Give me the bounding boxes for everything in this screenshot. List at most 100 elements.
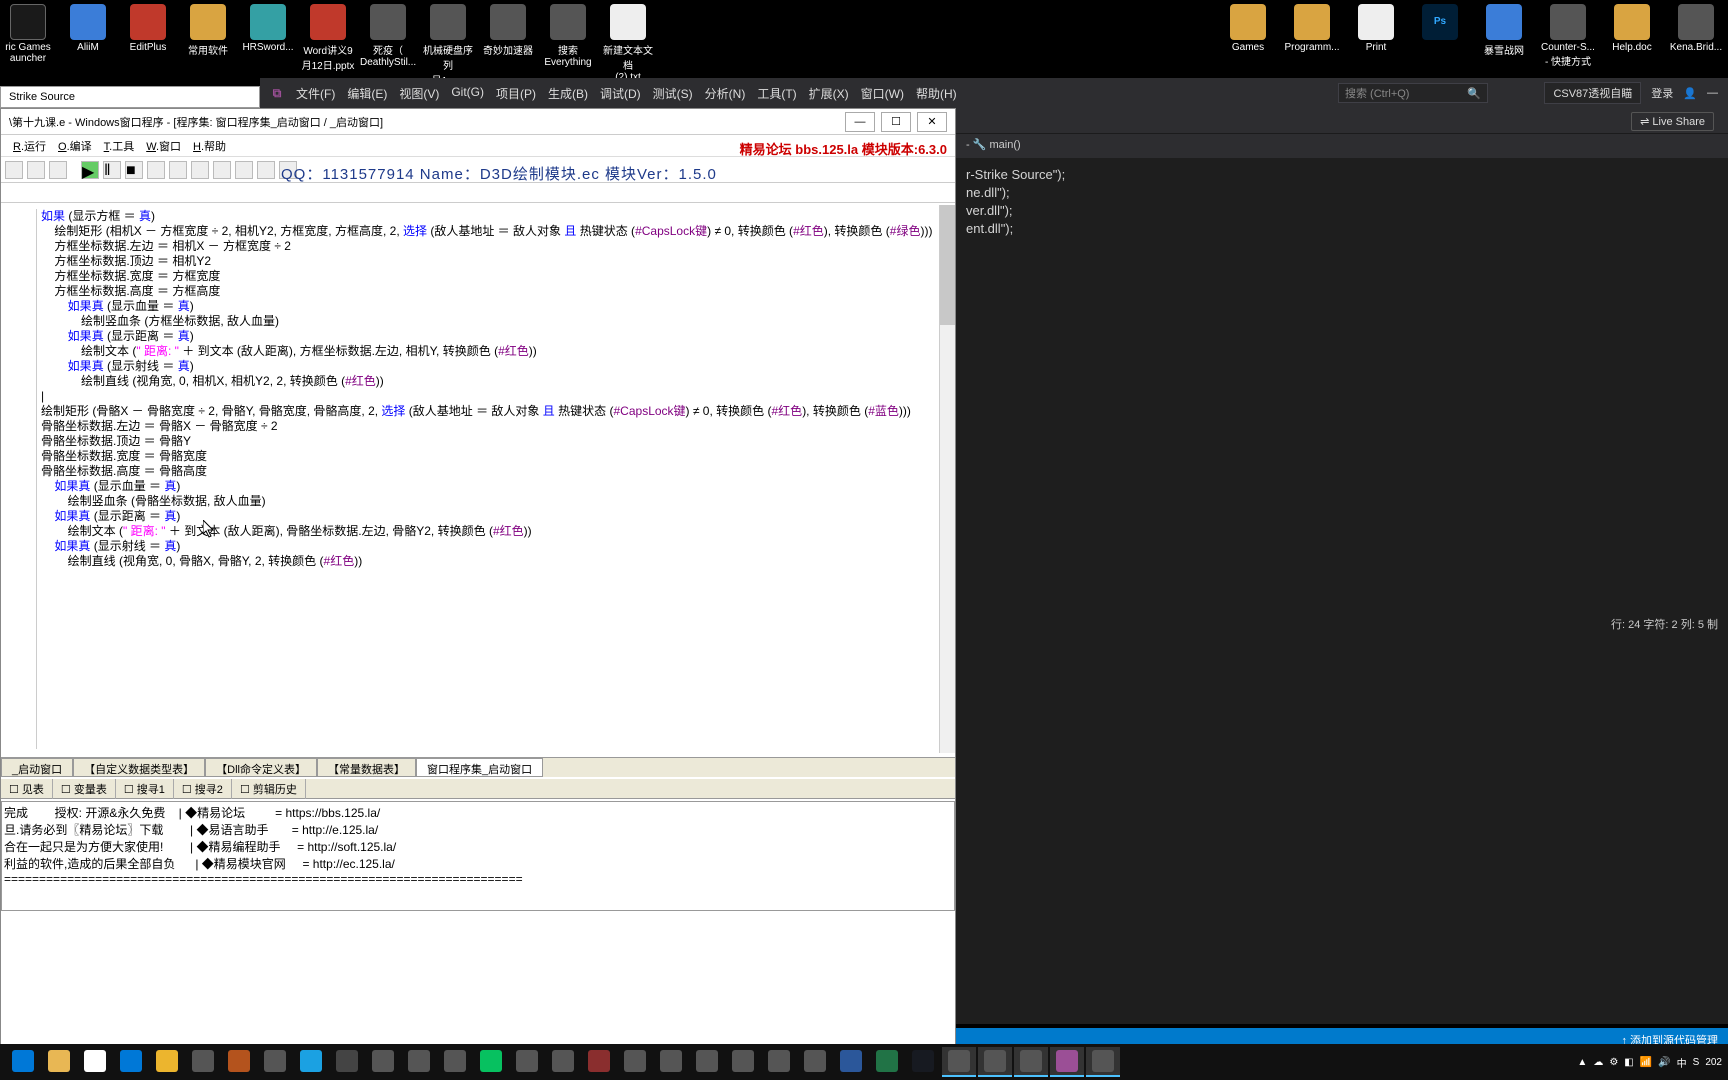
vs-menu-item[interactable]: 分析(N): [699, 81, 752, 106]
vs-breadcrumb[interactable]: - 🔧 main(): [956, 134, 1728, 158]
epl-tab[interactable]: 窗口程序集_启动窗口: [416, 758, 543, 777]
taskbar-item-vs[interactable]: [1050, 1047, 1084, 1077]
desktop-icon[interactable]: Programm...: [1284, 4, 1340, 68]
desktop-icon[interactable]: Ps: [1412, 4, 1468, 68]
desktop-icon[interactable]: 奇妙加速器: [480, 4, 536, 76]
epl-tab[interactable]: 【常量数据表】: [317, 758, 416, 777]
desktop-icon[interactable]: EditPlus: [120, 4, 176, 76]
epl-tool-tab[interactable]: ☐ 剪辑历史: [232, 779, 306, 799]
run-button[interactable]: ▶: [81, 161, 99, 179]
desktop-icon[interactable]: Word讲义9月12日.pptx: [300, 4, 356, 76]
taskbar-item-mail[interactable]: [114, 1047, 148, 1077]
vs-menu-item[interactable]: 帮助(H): [910, 81, 963, 106]
vs-search-box[interactable]: 搜索 (Ctrl+Q) 🔍: [1338, 83, 1488, 103]
toolbar-button[interactable]: [257, 161, 275, 179]
epl-code-editor[interactable]: 如果 (显示方框 ＝ 真) 绘制矩形 (相机X － 方框宽度 ÷ 2, 相机Y2…: [3, 205, 953, 753]
epl-tool-tab[interactable]: ☐ 搜寻2: [174, 779, 232, 799]
toolbar-button[interactable]: [147, 161, 165, 179]
epl-menu-item[interactable]: T.工具: [98, 136, 141, 156]
taskbar-item-cortana[interactable]: [294, 1047, 328, 1077]
vs-menu-item[interactable]: 工具(T): [751, 81, 802, 106]
taskbar-item-app5[interactable]: [366, 1047, 400, 1077]
desktop-icon[interactable]: 常用软件: [180, 4, 236, 76]
desktop-icon[interactable]: 新建文本文档(2).txt: [600, 4, 656, 76]
taskbar-item-app7[interactable]: [438, 1047, 472, 1077]
desktop-icon[interactable]: HRSword...: [240, 4, 296, 76]
toolbar-button[interactable]: [213, 161, 231, 179]
system-tray[interactable]: ▲☁⚙◧📶🔊中S202: [1577, 1055, 1722, 1070]
desktop-icon[interactable]: 机械硬盘序列号1.reg: [420, 4, 476, 76]
vs-menu-item[interactable]: 项目(P): [490, 81, 542, 106]
stop-button[interactable]: ■: [125, 161, 143, 179]
taskbar-item-steam[interactable]: [906, 1047, 940, 1077]
taskbar-item-app15[interactable]: [798, 1047, 832, 1077]
tray-icon[interactable]: 🔊: [1658, 1057, 1670, 1068]
tray-icon[interactable]: 中: [1677, 1055, 1687, 1070]
taskbar-item-sys[interactable]: [582, 1047, 616, 1077]
taskbar-item-app19[interactable]: [1086, 1047, 1120, 1077]
taskbar-item-app12[interactable]: [690, 1047, 724, 1077]
desktop-icon[interactable]: AliiM: [60, 4, 116, 76]
vs-menu-item[interactable]: 测试(S): [647, 81, 699, 106]
vertical-scrollbar[interactable]: [939, 205, 955, 753]
epl-titlebar[interactable]: \第十九课.e - Windows窗口程序 - [程序集: 窗口程序集_启动窗口…: [1, 109, 955, 135]
epl-menu-item[interactable]: R.运行: [7, 136, 52, 156]
vs-login-link[interactable]: 登录: [1651, 85, 1673, 101]
live-share-button[interactable]: ⇌ Live Share: [1631, 112, 1714, 131]
epl-tab[interactable]: 【自定义数据类型表】: [73, 758, 205, 777]
taskbar-item-app11[interactable]: [654, 1047, 688, 1077]
desktop-icon[interactable]: Counter-S...- 快捷方式: [1540, 4, 1596, 68]
epl-console[interactable]: 完成 授权: 开源&永久免费 | ◆精易论坛 = https://bbs.125…: [1, 801, 955, 911]
tray-icon[interactable]: ⚙: [1609, 1057, 1618, 1068]
taskbar-item-word[interactable]: [834, 1047, 868, 1077]
taskbar-item-app17[interactable]: [978, 1047, 1012, 1077]
minimize-button[interactable]: —: [845, 112, 875, 132]
epl-menu-item[interactable]: H.帮助: [187, 136, 232, 156]
desktop-icon[interactable]: Print: [1348, 4, 1404, 68]
taskbar-item-explorer[interactable]: [42, 1047, 76, 1077]
toolbar-button[interactable]: [235, 161, 253, 179]
epl-tool-tab[interactable]: ☐ 搜寻1: [116, 779, 174, 799]
toolbar-button[interactable]: [27, 161, 45, 179]
taskbar-item-app2[interactable]: [222, 1047, 256, 1077]
toolbar-button[interactable]: [5, 161, 23, 179]
desktop-icon[interactable]: 搜索Everything: [540, 4, 596, 76]
scrollbar-thumb[interactable]: [940, 205, 955, 325]
vs-menu-item[interactable]: 调试(D): [594, 81, 647, 106]
tray-icon[interactable]: ◧: [1624, 1057, 1633, 1068]
taskbar-item-app14[interactable]: [762, 1047, 796, 1077]
vs-menu-item[interactable]: 编辑(E): [341, 81, 393, 106]
taskbar-item-app4[interactable]: [330, 1047, 364, 1077]
taskbar-item-app3[interactable]: [258, 1047, 292, 1077]
taskbar-item-app6[interactable]: [402, 1047, 436, 1077]
vs-menu-item[interactable]: 生成(B): [542, 81, 594, 106]
vs-menu-item[interactable]: 扩展(X): [803, 81, 855, 106]
taskbar-item-edge[interactable]: [6, 1047, 40, 1077]
toolbar-button[interactable]: [49, 161, 67, 179]
taskbar-item-chrome[interactable]: [150, 1047, 184, 1077]
tray-icon[interactable]: ▲: [1577, 1057, 1587, 1068]
tray-icon[interactable]: S: [1693, 1057, 1700, 1068]
taskbar-item-app13[interactable]: [726, 1047, 760, 1077]
epl-tab[interactable]: 【Dll命令定义表】: [205, 758, 317, 777]
taskbar-item-app9[interactable]: [546, 1047, 580, 1077]
vs-editor[interactable]: - 🔧 main() r-Strike Source");ne.dll");ve…: [956, 134, 1728, 1024]
epl-tab[interactable]: _启动窗口: [1, 758, 73, 777]
taskbar-item-app16[interactable]: [942, 1047, 976, 1077]
vs-menu-item[interactable]: 窗口(W): [855, 81, 910, 106]
taskbar-item-app8[interactable]: [510, 1047, 544, 1077]
vs-menu-item[interactable]: 视图(V): [393, 81, 445, 106]
vs-minimize-button[interactable]: —: [1707, 87, 1718, 99]
taskbar-item-app18[interactable]: [1014, 1047, 1048, 1077]
pause-button[interactable]: ‖: [103, 161, 121, 179]
vs-menu-item[interactable]: Git(G): [445, 81, 490, 106]
taskbar-item-wechat[interactable]: [474, 1047, 508, 1077]
close-button[interactable]: ✕: [917, 112, 947, 132]
taskbar-item-excel[interactable]: [870, 1047, 904, 1077]
desktop-icon[interactable]: ric Gamesauncher: [0, 4, 56, 76]
epl-tool-tab[interactable]: ☐ 见表: [1, 779, 53, 799]
taskbar-item-app10[interactable]: [618, 1047, 652, 1077]
epl-tool-tab[interactable]: ☐ 变量表: [53, 779, 116, 799]
taskbar-item-store[interactable]: [78, 1047, 112, 1077]
taskbar-item-app1[interactable]: [186, 1047, 220, 1077]
